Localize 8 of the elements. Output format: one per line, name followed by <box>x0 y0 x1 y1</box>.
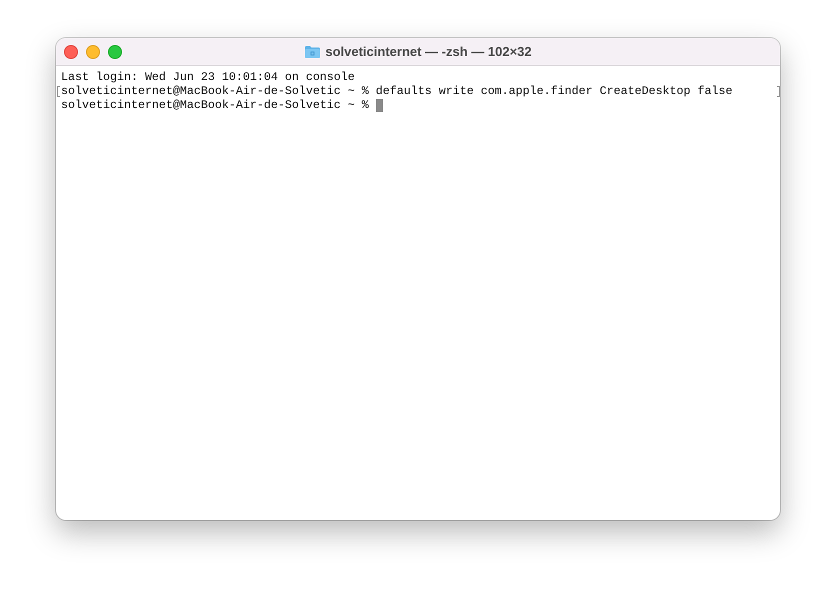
window-title: solveticinternet — -zsh — 102×32 <box>325 44 532 59</box>
terminal-line: solveticinternet@MacBook-Air-de-Solvetic ~ % <box>61 98 370 112</box>
folder-icon <box>304 44 322 58</box>
terminal-line: Last login: Wed Jun 23 10:01:04 on console <box>61 70 355 84</box>
minimize-button[interactable] <box>86 44 100 58</box>
close-button[interactable] <box>64 44 78 58</box>
zoom-button[interactable] <box>108 44 122 58</box>
terminal-line: solveticinternet@MacBook-Air-de-Solvetic ~ % defaults write com.apple.finder CreateDesktop false <box>61 84 733 98</box>
